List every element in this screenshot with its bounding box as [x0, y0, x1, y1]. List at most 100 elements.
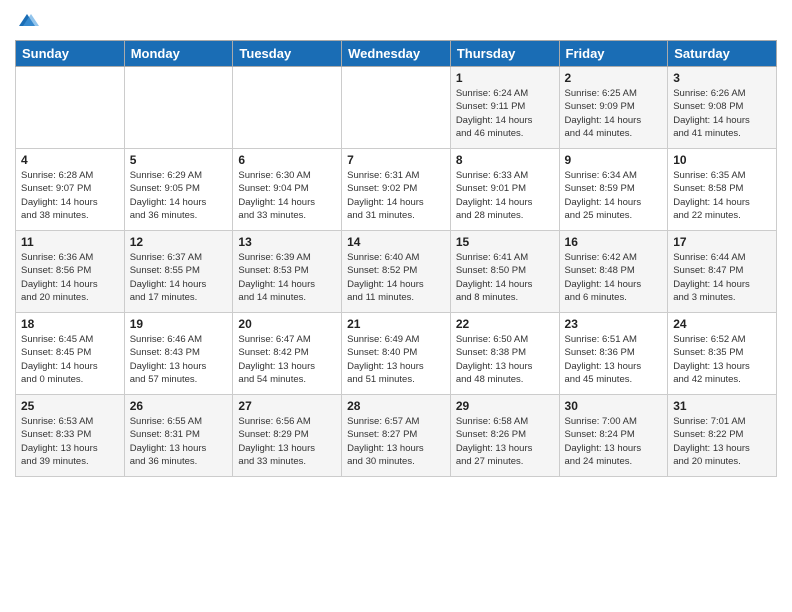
- logo: [15, 10, 43, 34]
- calendar-cell: 11 Sunrise: 6:36 AM Sunset: 8:56 PM Dayli…: [16, 231, 125, 313]
- day-number: 11: [21, 235, 119, 249]
- day-number: 1: [456, 71, 554, 85]
- calendar-cell: 4Sunrise: 6:28 AM Sunset: 9:07 PM Daylig…: [16, 149, 125, 231]
- day-number: 28: [347, 399, 445, 413]
- day-info: Sunrise: 6:52 AM Sunset: 8:35 PM Dayligh…: [673, 333, 771, 386]
- day-info: Sunrise: 6:49 AM Sunset: 8:40 PM Dayligh…: [347, 333, 445, 386]
- day-number: 31: [673, 399, 771, 413]
- calendar-cell: [342, 67, 451, 149]
- day-info: Sunrise: 6:35 AM Sunset: 8:58 PM Dayligh…: [673, 169, 771, 222]
- calendar-table: SundayMondayTuesdayWednesdayThursdayFrid…: [15, 40, 777, 477]
- calendar-cell: 24 Sunrise: 6:52 AM Sunset: 8:35 PM Dayli…: [668, 313, 777, 395]
- day-number: 21: [347, 317, 445, 331]
- day-number: 7: [347, 153, 445, 167]
- calendar-cell: 9 Sunrise: 6:34 AM Sunset: 8:59 PM Daylig…: [559, 149, 668, 231]
- day-number: 5: [130, 153, 228, 167]
- calendar-cell: 16 Sunrise: 6:42 AM Sunset: 8:48 PM Dayli…: [559, 231, 668, 313]
- calendar-week-row: 1 Sunrise: 6:24 AM Sunset: 9:11 PM Daylig…: [16, 67, 777, 149]
- calendar-cell: 22 Sunrise: 6:50 AM Sunset: 8:38 PM Dayli…: [450, 313, 559, 395]
- day-info: Sunrise: 6:39 AM Sunset: 8:53 PM Dayligh…: [238, 251, 336, 304]
- day-info: Sunrise: 7:01 AM Sunset: 8:22 PM Dayligh…: [673, 415, 771, 468]
- calendar-cell: 12 Sunrise: 6:37 AM Sunset: 8:55 PM Dayli…: [124, 231, 233, 313]
- day-info: Sunrise: 6:51 AM Sunset: 8:36 PM Dayligh…: [565, 333, 663, 386]
- day-info: Sunrise: 6:46 AM Sunset: 8:43 PM Dayligh…: [130, 333, 228, 386]
- page-container: SundayMondayTuesdayWednesdayThursdayFrid…: [0, 0, 792, 487]
- calendar-cell: 13 Sunrise: 6:39 AM Sunset: 8:53 PM Dayli…: [233, 231, 342, 313]
- weekday-header-saturday: Saturday: [668, 41, 777, 67]
- day-info: Sunrise: 6:40 AM Sunset: 8:52 PM Dayligh…: [347, 251, 445, 304]
- day-info: Sunrise: 6:45 AM Sunset: 8:45 PM Dayligh…: [21, 333, 119, 386]
- day-number: 3: [673, 71, 771, 85]
- calendar-cell: 29Sunrise: 6:58 AM Sunset: 8:26 PM Dayli…: [450, 395, 559, 477]
- day-number: 9: [565, 153, 663, 167]
- day-info: Sunrise: 6:53 AM Sunset: 8:33 PM Dayligh…: [21, 415, 119, 468]
- day-number: 16: [565, 235, 663, 249]
- weekday-header-thursday: Thursday: [450, 41, 559, 67]
- calendar-cell: 17 Sunrise: 6:44 AM Sunset: 8:47 PM Dayli…: [668, 231, 777, 313]
- day-number: 24: [673, 317, 771, 331]
- calendar-cell: 15 Sunrise: 6:41 AM Sunset: 8:50 PM Dayli…: [450, 231, 559, 313]
- day-info: Sunrise: 6:56 AM Sunset: 8:29 PM Dayligh…: [238, 415, 336, 468]
- calendar-cell: [16, 67, 125, 149]
- calendar-cell: 20Sunrise: 6:47 AM Sunset: 8:42 PM Dayli…: [233, 313, 342, 395]
- calendar-cell: 14 Sunrise: 6:40 AM Sunset: 8:52 PM Dayli…: [342, 231, 451, 313]
- day-number: 17: [673, 235, 771, 249]
- calendar-cell: 2 Sunrise: 6:25 AM Sunset: 9:09 PM Daylig…: [559, 67, 668, 149]
- calendar-cell: 1 Sunrise: 6:24 AM Sunset: 9:11 PM Daylig…: [450, 67, 559, 149]
- calendar-cell: 21 Sunrise: 6:49 AM Sunset: 8:40 PM Dayli…: [342, 313, 451, 395]
- day-info: Sunrise: 6:57 AM Sunset: 8:27 PM Dayligh…: [347, 415, 445, 468]
- calendar-cell: 19Sunrise: 6:46 AM Sunset: 8:43 PM Dayli…: [124, 313, 233, 395]
- day-info: Sunrise: 6:24 AM Sunset: 9:11 PM Dayligh…: [456, 87, 554, 140]
- calendar-cell: 5 Sunrise: 6:29 AM Sunset: 9:05 PM Daylig…: [124, 149, 233, 231]
- day-number: 4: [21, 153, 119, 167]
- day-info: Sunrise: 6:50 AM Sunset: 8:38 PM Dayligh…: [456, 333, 554, 386]
- day-number: 26: [130, 399, 228, 413]
- weekday-header-wednesday: Wednesday: [342, 41, 451, 67]
- weekday-header-sunday: Sunday: [16, 41, 125, 67]
- calendar-cell: 6Sunrise: 6:30 AM Sunset: 9:04 PM Daylig…: [233, 149, 342, 231]
- day-number: 25: [21, 399, 119, 413]
- day-number: 6: [238, 153, 336, 167]
- day-number: 13: [238, 235, 336, 249]
- day-info: Sunrise: 6:55 AM Sunset: 8:31 PM Dayligh…: [130, 415, 228, 468]
- calendar-header-row: SundayMondayTuesdayWednesdayThursdayFrid…: [16, 41, 777, 67]
- day-number: 15: [456, 235, 554, 249]
- day-number: 14: [347, 235, 445, 249]
- calendar-cell: 28 Sunrise: 6:57 AM Sunset: 8:27 PM Dayli…: [342, 395, 451, 477]
- day-number: 2: [565, 71, 663, 85]
- day-info: Sunrise: 7:00 AM Sunset: 8:24 PM Dayligh…: [565, 415, 663, 468]
- calendar-cell: 23 Sunrise: 6:51 AM Sunset: 8:36 PM Dayli…: [559, 313, 668, 395]
- calendar-cell: 30Sunrise: 7:00 AM Sunset: 8:24 PM Dayli…: [559, 395, 668, 477]
- day-info: Sunrise: 6:36 AM Sunset: 8:56 PM Dayligh…: [21, 251, 119, 304]
- day-info: Sunrise: 6:42 AM Sunset: 8:48 PM Dayligh…: [565, 251, 663, 304]
- day-number: 10: [673, 153, 771, 167]
- calendar-week-row: 11 Sunrise: 6:36 AM Sunset: 8:56 PM Dayli…: [16, 231, 777, 313]
- day-number: 23: [565, 317, 663, 331]
- calendar-cell: 25 Sunrise: 6:53 AM Sunset: 8:33 PM Dayli…: [16, 395, 125, 477]
- day-info: Sunrise: 6:29 AM Sunset: 9:05 PM Dayligh…: [130, 169, 228, 222]
- weekday-header-monday: Monday: [124, 41, 233, 67]
- calendar-cell: 10 Sunrise: 6:35 AM Sunset: 8:58 PM Dayli…: [668, 149, 777, 231]
- day-number: 20: [238, 317, 336, 331]
- day-info: Sunrise: 6:44 AM Sunset: 8:47 PM Dayligh…: [673, 251, 771, 304]
- calendar-cell: 18 Sunrise: 6:45 AM Sunset: 8:45 PM Dayli…: [16, 313, 125, 395]
- day-number: 12: [130, 235, 228, 249]
- weekday-header-friday: Friday: [559, 41, 668, 67]
- day-number: 29: [456, 399, 554, 413]
- day-info: Sunrise: 6:37 AM Sunset: 8:55 PM Dayligh…: [130, 251, 228, 304]
- calendar-cell: 26 Sunrise: 6:55 AM Sunset: 8:31 PM Dayli…: [124, 395, 233, 477]
- calendar-cell: 7Sunrise: 6:31 AM Sunset: 9:02 PM Daylig…: [342, 149, 451, 231]
- day-info: Sunrise: 6:41 AM Sunset: 8:50 PM Dayligh…: [456, 251, 554, 304]
- day-info: Sunrise: 6:25 AM Sunset: 9:09 PM Dayligh…: [565, 87, 663, 140]
- calendar-cell: 31 Sunrise: 7:01 AM Sunset: 8:22 PM Dayli…: [668, 395, 777, 477]
- calendar-week-row: 18 Sunrise: 6:45 AM Sunset: 8:45 PM Dayli…: [16, 313, 777, 395]
- day-info: Sunrise: 6:26 AM Sunset: 9:08 PM Dayligh…: [673, 87, 771, 140]
- day-info: Sunrise: 6:33 AM Sunset: 9:01 PM Dayligh…: [456, 169, 554, 222]
- header: [15, 10, 777, 34]
- logo-icon: [15, 10, 39, 34]
- day-number: 27: [238, 399, 336, 413]
- day-info: Sunrise: 6:34 AM Sunset: 8:59 PM Dayligh…: [565, 169, 663, 222]
- weekday-header-tuesday: Tuesday: [233, 41, 342, 67]
- day-number: 18: [21, 317, 119, 331]
- day-number: 22: [456, 317, 554, 331]
